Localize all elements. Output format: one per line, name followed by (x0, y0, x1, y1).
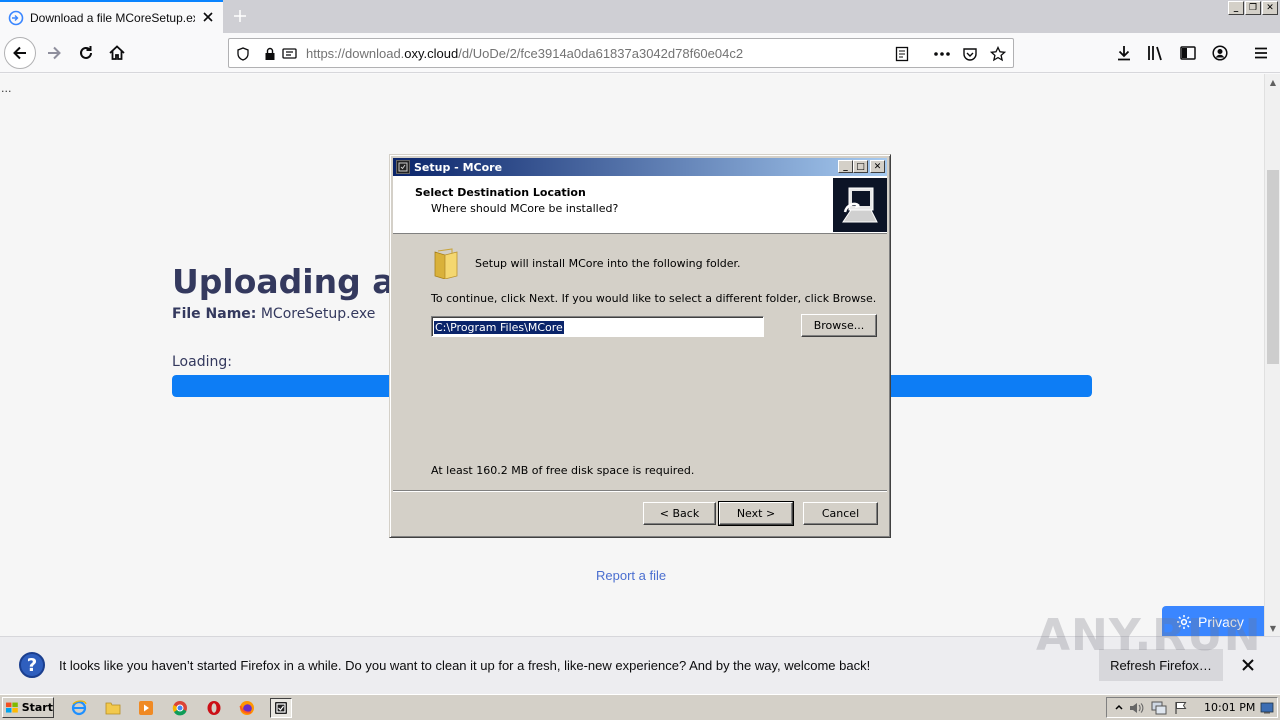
next-button[interactable]: Next > (718, 501, 794, 526)
privacy-button[interactable]: Privacy (1162, 606, 1264, 636)
home-button[interactable] (101, 37, 133, 69)
reload-button[interactable] (70, 37, 102, 69)
permissions-icon[interactable] (281, 45, 299, 63)
setup-dialog: Setup - MCore _ □ ✕ Select Destination L… (389, 154, 891, 538)
restore-button[interactable]: ❐ (1245, 1, 1261, 15)
dialog-window-controls: _ □ ✕ (838, 160, 885, 173)
system-tray: 10:01 PM (1106, 697, 1278, 718)
scroll-up-icon[interactable]: ▲ (1265, 74, 1280, 90)
page-ellipsis: ... (1, 82, 12, 95)
close-window-button[interactable]: ✕ (1262, 1, 1278, 15)
lock-icon[interactable] (261, 45, 279, 63)
reload-icon (80, 46, 92, 59)
privacy-label: Privacy (1198, 614, 1244, 630)
destination-path-value: C:\Program Files\MCore (434, 321, 564, 334)
chrome-icon[interactable] (169, 698, 191, 718)
setup-taskbar-icon[interactable] (270, 698, 292, 718)
file-name-value: MCoreSetup.exe (260, 306, 376, 322)
home-icon (109, 45, 125, 60)
scroll-down-icon[interactable]: ▼ (1265, 620, 1280, 636)
volume-icon[interactable] (1129, 700, 1145, 716)
sidebar-icon[interactable] (1176, 41, 1200, 65)
file-explorer-icon[interactable] (102, 698, 124, 718)
tab-close-icon[interactable] (201, 10, 215, 24)
question-icon: ? (19, 652, 45, 678)
destination-path-input[interactable]: C:\Program Files\MCore (431, 316, 764, 337)
new-tab-icon[interactable] (230, 6, 250, 26)
file-name-label: File Name: (172, 306, 257, 322)
media-player-icon[interactable] (135, 698, 157, 718)
loading-label: Loading: (172, 354, 232, 370)
report-file-link[interactable]: Report a file (596, 568, 666, 583)
tab-download[interactable]: Download a file MCoreSetup.exe o (0, 0, 223, 33)
back-button[interactable] (4, 37, 36, 69)
forward-button[interactable] (38, 37, 70, 69)
tracking-protection-shield-icon[interactable] (234, 45, 252, 63)
refresh-firefox-notification: ? It looks like you haven’t started Fire… (0, 636, 1280, 694)
back-arrow-icon (13, 46, 26, 60)
page-actions-icon[interactable] (933, 45, 951, 63)
forward-arrow-icon (48, 46, 61, 60)
dialog-maximize-button[interactable]: □ (853, 160, 868, 173)
page-heading: Uploading a (172, 262, 395, 301)
installer-computer-icon (833, 178, 887, 232)
dialog-title: Setup - MCore (414, 160, 503, 174)
back-button-dialog[interactable]: < Back (643, 502, 716, 525)
minimize-button[interactable]: _ (1228, 1, 1244, 15)
notification-message: It looks like you haven’t started Firefo… (59, 658, 871, 673)
tab-title: Download a file MCoreSetup.exe o (30, 10, 195, 25)
file-name-line: File Name: MCoreSetup.exe (172, 306, 375, 322)
internet-explorer-icon[interactable] (68, 698, 90, 718)
navigation-toolbar: https://download.oxy.cloud/d/UoDe/2/fce3… (0, 33, 1280, 73)
scrollbar-thumb[interactable] (1267, 170, 1279, 364)
oxy-cloud-favicon-icon (8, 10, 24, 26)
menu-hamburger-icon[interactable] (1249, 41, 1273, 65)
action-center-flag-icon[interactable] (1173, 700, 1189, 716)
continue-info-text: To continue, click Next. If you would li… (431, 292, 877, 305)
start-label: Start (21, 701, 53, 714)
dialog-close-button[interactable]: ✕ (870, 160, 885, 173)
reader-view-icon[interactable] (893, 45, 911, 63)
window-controls: _ ❐ ✕ (1228, 1, 1278, 15)
taskbar-clock: 10:01 PM (1204, 701, 1256, 714)
dialog-header-title: Select Destination Location (415, 186, 586, 199)
show-desktop-icon[interactable] (1259, 700, 1275, 716)
dialog-header: Select Destination Location Where should… (393, 176, 887, 234)
page-scrollbar[interactable]: ▲ ▼ (1264, 74, 1280, 636)
network-icon[interactable] (1151, 700, 1167, 716)
windows-taskbar: Start 10:01 PM (0, 694, 1280, 720)
opera-icon[interactable] (203, 698, 225, 718)
refresh-firefox-button[interactable]: Refresh Firefox… (1099, 649, 1223, 681)
account-icon[interactable] (1208, 41, 1232, 65)
gear-icon (1177, 615, 1191, 629)
pocket-icon[interactable] (961, 45, 979, 63)
url-bar[interactable]: https://download.oxy.cloud/d/UoDe/2/fce3… (228, 38, 1014, 68)
setup-app-icon (396, 160, 410, 174)
browse-button[interactable]: Browse... (801, 314, 877, 337)
tray-expand-icon[interactable] (1111, 700, 1127, 716)
cancel-button[interactable]: Cancel (803, 502, 878, 525)
dialog-titlebar[interactable]: Setup - MCore _ □ ✕ (393, 158, 887, 176)
library-icon[interactable] (1144, 41, 1168, 65)
tab-strip: Download a file MCoreSetup.exe o _ ❐ ✕ (0, 0, 1280, 33)
downloads-icon[interactable] (1112, 41, 1136, 65)
windows-logo-icon (6, 702, 18, 713)
start-button[interactable]: Start (2, 697, 54, 718)
dialog-separator (393, 490, 887, 492)
folder-icon (432, 247, 460, 280)
dialog-header-subtitle: Where should MCore be installed? (431, 202, 619, 215)
dialog-minimize-button[interactable]: _ (838, 160, 853, 173)
notification-close-icon[interactable] (1240, 657, 1256, 673)
disk-space-text: At least 160.2 MB of free disk space is … (431, 464, 695, 477)
url-text[interactable]: https://download.oxy.cloud/d/UoDe/2/fce3… (306, 46, 743, 61)
firefox-taskbar-icon[interactable] (236, 698, 258, 718)
install-info-text: Setup will install MCore into the follow… (475, 257, 741, 270)
bookmark-star-icon[interactable] (989, 45, 1007, 63)
